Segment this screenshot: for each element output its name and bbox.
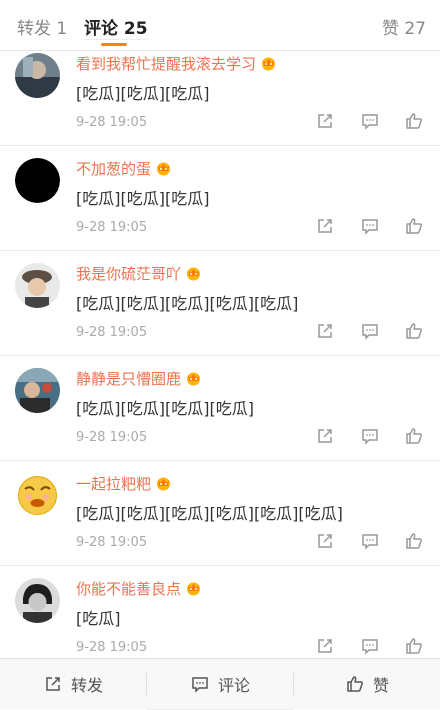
comment-item: 你能不能善良点 [吃瓜] 9-28 19:05 [0,566,440,670]
comment-text: [吃瓜][吃瓜][吃瓜] [76,84,210,103]
tab-comment[interactable]: 评论 25 [84,19,148,40]
vip-badge-icon [187,267,201,281]
vip-badge-icon [157,477,171,491]
reply-icon[interactable] [360,426,380,446]
avatar[interactable] [15,263,60,308]
comment-time: 9-28 19:05 [76,640,148,655]
comment-text: [吃瓜][吃瓜][吃瓜][吃瓜][吃瓜][吃瓜] [76,504,343,523]
reply-icon[interactable] [360,216,380,236]
vip-badge-icon [262,57,276,71]
reply-icon[interactable] [360,321,380,341]
share-icon[interactable] [315,111,335,131]
avatar[interactable] [15,53,60,98]
comment-username[interactable]: 我是你硫茫哥吖 [76,263,202,284]
comment-icon [192,677,208,693]
vip-badge-icon [187,372,201,386]
vip-badge-icon [157,162,171,176]
bottom-toolbar: 转发 评论 赞 [0,658,440,710]
avatar[interactable] [15,158,60,203]
tab-like[interactable]: 赞 27 [382,14,426,39]
like-icon [347,676,363,692]
like-label: 赞 [372,676,389,695]
comment-item: 看到我帮忙提醒我滚去学习 [吃瓜][吃瓜][吃瓜] 9-28 19:05 [0,41,440,146]
share-icon[interactable] [315,636,335,656]
comment-time: 9-28 19:05 [76,430,148,445]
comment-text: [吃瓜] [76,609,121,628]
comment-list: 看到我帮忙提醒我滚去学习 [吃瓜][吃瓜][吃瓜] 9-28 19:05 不加葱… [0,41,440,670]
reply-icon[interactable] [360,111,380,131]
like-icon[interactable] [404,636,424,656]
avatar[interactable] [15,368,60,413]
comment-text: [吃瓜][吃瓜][吃瓜][吃瓜][吃瓜] [76,294,299,313]
comment-time: 9-28 19:05 [76,535,148,550]
comment-text: [吃瓜][吃瓜][吃瓜] [76,189,210,208]
comment-username[interactable]: 你能不能善良点 [76,578,202,599]
avatar[interactable] [15,578,60,623]
comment-time: 9-28 19:05 [76,115,148,130]
share-icon[interactable] [315,426,335,446]
like-button[interactable]: 赞 [294,659,440,709]
avatar[interactable] [15,473,60,518]
comment-item: 一起拉粑粑 [吃瓜][吃瓜][吃瓜][吃瓜][吃瓜][吃瓜] 9-28 19:0… [0,461,440,566]
comment-username[interactable]: 静静是只懵圈鹿 [76,368,202,389]
reply-icon[interactable] [360,531,380,551]
comment-username[interactable]: 一起拉粑粑 [76,473,172,494]
repost-button[interactable]: 转发 [0,659,146,709]
like-icon[interactable] [404,111,424,131]
comment-time: 9-28 19:05 [76,220,148,235]
comment-item: 我是你硫茫哥吖 [吃瓜][吃瓜][吃瓜][吃瓜][吃瓜] 9-28 19:05 [0,251,440,356]
comment-text: [吃瓜][吃瓜][吃瓜][吃瓜] [76,399,254,418]
comment-button[interactable]: 评论 [147,659,293,710]
reply-icon[interactable] [360,636,380,656]
share-icon[interactable] [315,216,335,236]
comment-username[interactable]: 看到我帮忙提醒我滚去学习 [76,53,277,74]
comment-username[interactable]: 不加葱的蛋 [76,158,172,179]
tab-repost[interactable]: 转发 1 [17,14,67,39]
comment-time: 9-28 19:05 [76,325,148,340]
comment-item: 静静是只懵圈鹿 [吃瓜][吃瓜][吃瓜][吃瓜] 9-28 19:05 [0,356,440,461]
like-icon[interactable] [404,531,424,551]
share-icon[interactable] [315,531,335,551]
vip-badge-icon [187,582,201,596]
like-icon[interactable] [404,426,424,446]
comment-label: 评论 [217,676,250,695]
share-icon[interactable] [315,321,335,341]
like-icon[interactable] [404,216,424,236]
repost-label: 转发 [70,676,103,695]
comment-item: 不加葱的蛋 [吃瓜][吃瓜][吃瓜] 9-28 19:05 [0,146,440,251]
like-icon[interactable] [404,321,424,341]
share-icon [46,677,60,691]
